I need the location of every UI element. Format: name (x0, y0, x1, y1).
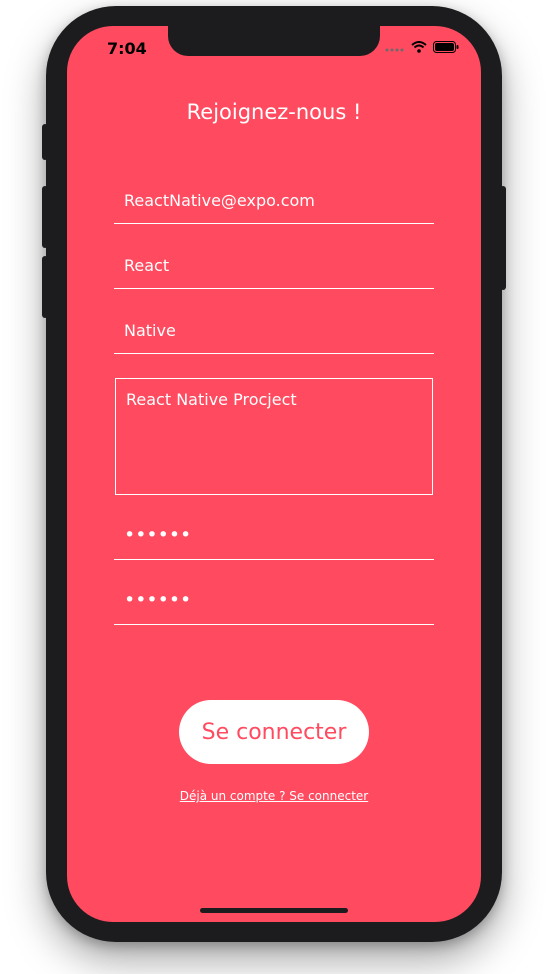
connect-button[interactable]: Se connecter (179, 700, 369, 764)
volume-up-button (42, 186, 48, 248)
notch (168, 26, 380, 56)
page-title: Rejoignez-nous ! (186, 100, 362, 124)
volume-down-button (42, 256, 48, 318)
status-icons (385, 41, 459, 53)
email-field-value: ReactNative@expo.com (124, 191, 315, 210)
signal-icon (385, 48, 404, 52)
login-link[interactable]: Déjà un compte ? Se connecter (67, 789, 481, 803)
email-field[interactable]: ReactNative@expo.com (114, 184, 434, 224)
password-field[interactable]: •••••• (114, 520, 434, 560)
confirm-password-field[interactable]: •••••• (114, 585, 434, 625)
mute-switch (42, 124, 48, 160)
first-name-field[interactable]: React (114, 249, 434, 289)
first-name-field-value: React (124, 256, 170, 275)
password-field-value: •••••• (124, 524, 192, 546)
last-name-field[interactable]: Native (114, 314, 434, 354)
battery-icon (433, 41, 459, 53)
home-indicator (200, 908, 348, 913)
last-name-field-value: Native (124, 321, 176, 340)
power-button (500, 186, 506, 290)
app-screen: 7:04 Rejoignez-nous ! ReactNative@expo.c… (67, 26, 481, 922)
status-time: 7:04 (107, 39, 147, 58)
wifi-icon (411, 41, 427, 53)
description-textarea-value: React Native Procject (126, 390, 297, 409)
description-textarea[interactable]: React Native Procject (115, 378, 433, 495)
confirm-password-field-value: •••••• (124, 589, 192, 611)
